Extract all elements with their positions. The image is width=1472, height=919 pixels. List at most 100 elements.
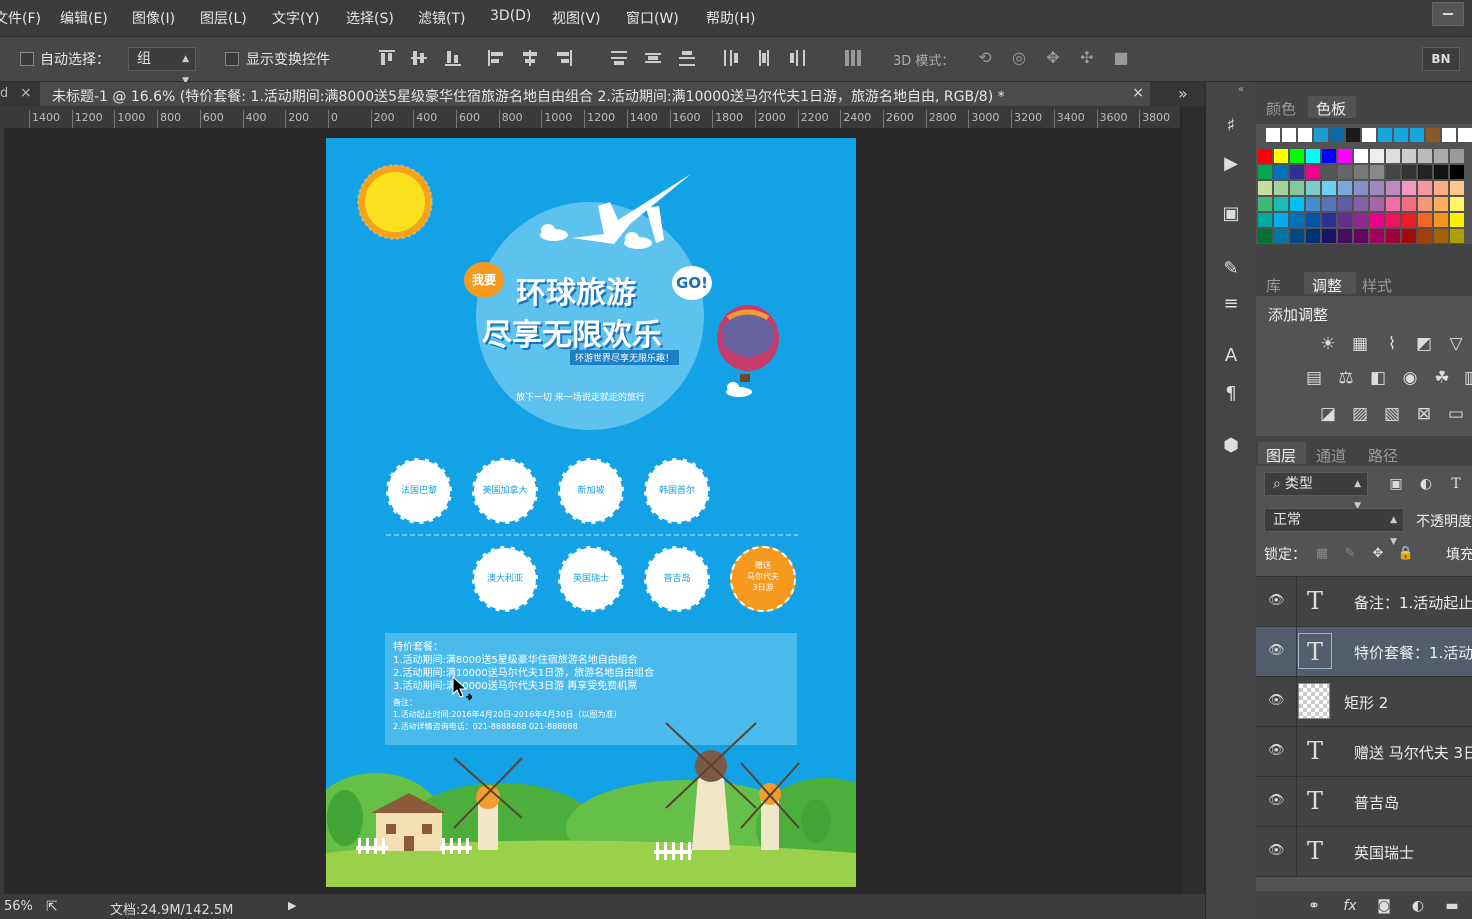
swatch[interactable] — [1258, 197, 1272, 211]
blend-mode-dropdown[interactable]: 正常 ▲ ▼ — [1264, 508, 1404, 547]
visibility-eye-icon[interactable]: 👁 — [1268, 593, 1285, 609]
tab-libraries[interactable]: 库 — [1266, 275, 1281, 296]
swatch[interactable] — [1418, 181, 1432, 195]
visibility-eye-icon[interactable]: 👁 — [1268, 743, 1285, 759]
3d-slide-icon[interactable]: ✣ — [1076, 47, 1098, 69]
swatch[interactable] — [1434, 197, 1448, 211]
swatch[interactable] — [1330, 128, 1344, 142]
swatch[interactable] — [1402, 229, 1416, 243]
zoom-readout[interactable]: 56% — [4, 899, 33, 914]
swatch[interactable] — [1322, 165, 1336, 179]
swatch[interactable] — [1290, 181, 1304, 195]
menu-view[interactable]: 视图(V) — [552, 8, 601, 28]
prev-tab-fragment[interactable]: d — [0, 86, 8, 101]
swatch[interactable] — [1306, 213, 1320, 227]
swatch[interactable] — [1306, 165, 1320, 179]
3d-roll-icon[interactable]: ◎ — [1008, 47, 1030, 69]
character-icon[interactable]: A — [1219, 344, 1243, 368]
menu-window[interactable]: 窗口(W) — [626, 8, 679, 28]
3d-pan-icon[interactable]: ✥ — [1042, 47, 1064, 69]
swatch[interactable] — [1290, 213, 1304, 227]
visibility-eye-icon[interactable]: 👁 — [1268, 793, 1285, 809]
filter-type-icon[interactable]: T — [1444, 472, 1468, 496]
export-icon[interactable]: ⇱ — [46, 899, 58, 915]
bn-button[interactable]: BN — [1422, 47, 1460, 71]
swatch[interactable] — [1290, 149, 1304, 163]
show-transform-checkbox[interactable] — [225, 52, 239, 66]
layer-row[interactable]: 👁 矩形 2 — [1256, 677, 1472, 727]
swatch[interactable] — [1402, 149, 1416, 163]
swatch[interactable] — [1338, 213, 1352, 227]
levels-icon[interactable]: ▦ — [1348, 332, 1372, 356]
color-lookup-icon[interactable]: ▥ — [1460, 366, 1472, 390]
layer-row[interactable]: 👁 T 英国瑞士 — [1256, 827, 1472, 877]
curves-icon[interactable]: ⌇ — [1380, 332, 1404, 356]
swatch[interactable] — [1386, 165, 1400, 179]
add-mask-icon[interactable]: ◙ — [1374, 898, 1394, 916]
menu-file[interactable]: 文件(F) — [0, 8, 41, 28]
status-menu-arrow-icon[interactable]: ▶ — [288, 899, 296, 912]
brush-presets-icon[interactable]: ≡ — [1219, 292, 1243, 316]
swatch[interactable] — [1274, 165, 1288, 179]
swatch[interactable] — [1258, 229, 1272, 243]
swatch[interactable] — [1386, 197, 1400, 211]
swatch[interactable] — [1282, 128, 1296, 142]
3d-cube-icon[interactable]: ⬢ — [1219, 434, 1243, 458]
swatch[interactable] — [1370, 229, 1384, 243]
swatch[interactable] — [1434, 181, 1448, 195]
distribute-top-icon[interactable] — [608, 47, 630, 69]
align-hcenter-icon[interactable] — [519, 47, 541, 69]
layer-row[interactable]: 👁 T 特价套餐：1.活动 — [1256, 627, 1472, 677]
swatch[interactable] — [1450, 213, 1464, 227]
align-vcenter-icon[interactable] — [408, 47, 430, 69]
swatch[interactable] — [1402, 213, 1416, 227]
filter-adjustment-icon[interactable]: ◐ — [1414, 472, 1438, 496]
swatch[interactable] — [1450, 229, 1464, 243]
align-bottom-icon[interactable] — [442, 47, 464, 69]
swatch[interactable] — [1290, 197, 1304, 211]
document-tab-close-icon[interactable]: × — [1132, 85, 1144, 101]
auto-select-checkbox[interactable] — [20, 52, 34, 66]
swatch[interactable] — [1322, 213, 1336, 227]
minimize-button[interactable] — [1432, 2, 1464, 26]
distribute-hcenter-icon[interactable] — [753, 47, 775, 69]
distribute-bottom-icon[interactable] — [676, 47, 698, 69]
tab-overflow-icon[interactable]: » — [1178, 84, 1188, 103]
swatch[interactable] — [1338, 149, 1352, 163]
swatch[interactable] — [1394, 128, 1408, 142]
distribute-right-icon[interactable] — [786, 47, 808, 69]
history-icon[interactable]: ♯ — [1219, 114, 1243, 138]
swatch[interactable] — [1290, 165, 1304, 179]
swatch[interactable] — [1362, 128, 1376, 142]
tab-channels[interactable]: 通道 — [1316, 445, 1346, 466]
properties-icon[interactable]: ▣ — [1219, 202, 1243, 226]
new-adjustment-icon[interactable]: ◐ — [1408, 898, 1428, 916]
align-left-icon[interactable] — [485, 47, 507, 69]
layer-filter-dropdown[interactable]: ⌕ 类型 ▲ ▼ — [1264, 472, 1368, 511]
auto-align-icon[interactable] — [842, 47, 864, 69]
exposure-icon[interactable]: ◩ — [1412, 332, 1436, 356]
menu-type[interactable]: 文字(Y) — [272, 8, 319, 28]
swatch[interactable] — [1426, 128, 1440, 142]
swatch[interactable] — [1274, 229, 1288, 243]
swatch[interactable] — [1410, 128, 1424, 142]
swatch[interactable] — [1450, 197, 1464, 211]
swatch[interactable] — [1418, 229, 1432, 243]
lock-image-icon[interactable]: ✎ — [1338, 542, 1362, 566]
swatch[interactable] — [1458, 128, 1472, 142]
swatch[interactable] — [1354, 197, 1368, 211]
lock-position-icon[interactable]: ✥ — [1366, 542, 1390, 566]
swatch[interactable] — [1338, 197, 1352, 211]
swatch[interactable] — [1386, 149, 1400, 163]
swatch[interactable] — [1354, 229, 1368, 243]
photo-filter-icon[interactable]: ◉ — [1398, 366, 1422, 390]
swatch[interactable] — [1274, 197, 1288, 211]
swatch[interactable] — [1418, 149, 1432, 163]
swatch[interactable] — [1306, 197, 1320, 211]
poster-canvas[interactable]: 我要 环球旅游 GO! 尽享无限欢乐 环游世界尽享无限乐趣！ 放下一切 来一场说… — [326, 138, 856, 887]
brightness-icon[interactable]: ☀ — [1316, 332, 1340, 356]
swatch[interactable] — [1338, 165, 1352, 179]
swatch[interactable] — [1322, 197, 1336, 211]
swatch[interactable] — [1274, 213, 1288, 227]
swatch[interactable] — [1322, 229, 1336, 243]
